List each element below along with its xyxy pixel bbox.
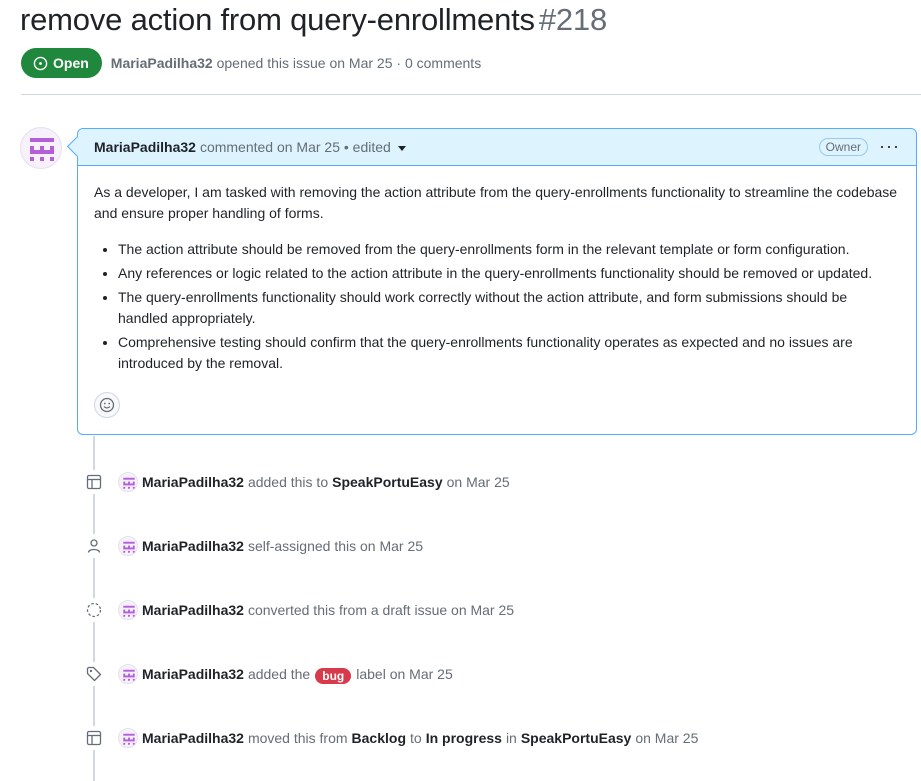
owner-badge: Owner	[818, 138, 868, 156]
column-from: Backlog	[351, 730, 406, 746]
list-item: Any references or logic related to the a…	[118, 263, 900, 284]
event-author[interactable]: MariaPadilha32	[142, 730, 244, 746]
avatar[interactable]	[118, 472, 138, 492]
event-text: self-assigned this on Mar 25	[247, 538, 424, 554]
identicon-icon	[123, 605, 135, 617]
table-icon	[86, 474, 102, 490]
person-icon	[87, 539, 101, 553]
issue-number: #218	[538, 2, 608, 37]
status-badge: Open	[21, 48, 102, 78]
list-item: Comprehensive testing should confirm tha…	[118, 332, 900, 374]
timeline-event: MariaPadilha32 added this to SpeakPortuE…	[82, 470, 510, 494]
timeline-event: MariaPadilha32 converted this from a dra…	[82, 598, 514, 622]
event-badge	[82, 534, 106, 558]
comment-bullet-list: The action attribute should be removed f…	[94, 239, 900, 374]
identicon-icon	[123, 477, 135, 489]
column-to: In progress	[425, 730, 502, 746]
project-link[interactable]: SpeakPortuEasy	[332, 474, 443, 490]
identicon-icon	[30, 138, 54, 161]
project-link[interactable]: SpeakPortuEasy	[521, 730, 632, 746]
avatar[interactable]	[118, 664, 138, 684]
identicon-icon	[123, 669, 135, 681]
timeline-event: MariaPadilha32 moved this from Backlog t…	[82, 726, 698, 750]
identicon-icon	[123, 541, 135, 553]
event-badge	[82, 598, 106, 622]
issue-meta: MariaPadilha32 opened this issue on Mar …	[111, 55, 481, 71]
event-author[interactable]: MariaPadilha32	[142, 474, 244, 490]
event-text: on Mar 25	[446, 474, 510, 490]
chevron-down-icon[interactable]	[397, 146, 406, 151]
issue-title-text: remove action from query-enrollments	[20, 2, 535, 37]
list-item: The query-enrollments functionality shou…	[118, 287, 900, 329]
kebab-menu-icon[interactable]: ···	[879, 136, 900, 156]
timeline-event: MariaPadilha32 added the bug label on Ma…	[82, 662, 453, 686]
smiley-icon	[99, 397, 115, 413]
dashed-circle-icon	[86, 602, 102, 618]
issue-title: remove action from query-enrollments #218	[20, 2, 607, 38]
table-icon	[86, 730, 102, 746]
tag-icon	[86, 666, 102, 682]
timeline-event: MariaPadilha32 self-assigned this on Mar…	[82, 534, 423, 558]
comment-intro: As a developer, I am tasked with removin…	[94, 184, 898, 221]
event-text: on Mar 25	[635, 730, 699, 746]
comment-body: As a developer, I am tasked with removin…	[78, 166, 916, 374]
header-divider	[21, 94, 921, 95]
add-reaction-button[interactable]	[94, 392, 120, 418]
comment-header-text: commented on Mar 25 • edited	[199, 139, 391, 155]
list-item: The action attribute should be removed f…	[118, 239, 900, 260]
issue-state-row: Open MariaPadilha32 opened this issue on…	[21, 48, 481, 78]
avatar[interactable]	[20, 127, 62, 169]
event-badge	[82, 662, 106, 686]
event-text: added the	[247, 666, 311, 682]
avatar[interactable]	[118, 536, 138, 556]
event-badge	[82, 726, 106, 750]
event-author[interactable]: MariaPadilha32	[142, 666, 244, 682]
event-text: moved this from	[247, 730, 348, 746]
event-text: label on Mar 25	[356, 666, 453, 682]
comment-header: MariaPadilha32 commented on Mar 25 • edi…	[78, 129, 916, 166]
event-badge	[82, 470, 106, 494]
event-author[interactable]: MariaPadilha32	[142, 538, 244, 554]
event-text: to	[410, 730, 422, 746]
event-text: in	[505, 730, 517, 746]
event-text: converted this from a draft issue on Mar…	[247, 602, 515, 618]
event-author[interactable]: MariaPadilha32	[142, 602, 244, 618]
issue-meta-text: opened this issue on Mar 25 · 0 comments	[216, 55, 482, 71]
avatar[interactable]	[118, 728, 138, 748]
avatar[interactable]	[118, 600, 138, 620]
comment-author[interactable]: MariaPadilha32	[94, 139, 196, 155]
identicon-icon	[123, 733, 135, 745]
issue-comment: MariaPadilha32 commented on Mar 25 • edi…	[77, 128, 917, 435]
issue-opened-icon	[33, 56, 48, 70]
author-link[interactable]: MariaPadilha32	[111, 55, 213, 71]
event-text: added this to	[247, 474, 329, 490]
status-label: Open	[53, 55, 89, 71]
bug-label[interactable]: bug	[315, 668, 352, 684]
